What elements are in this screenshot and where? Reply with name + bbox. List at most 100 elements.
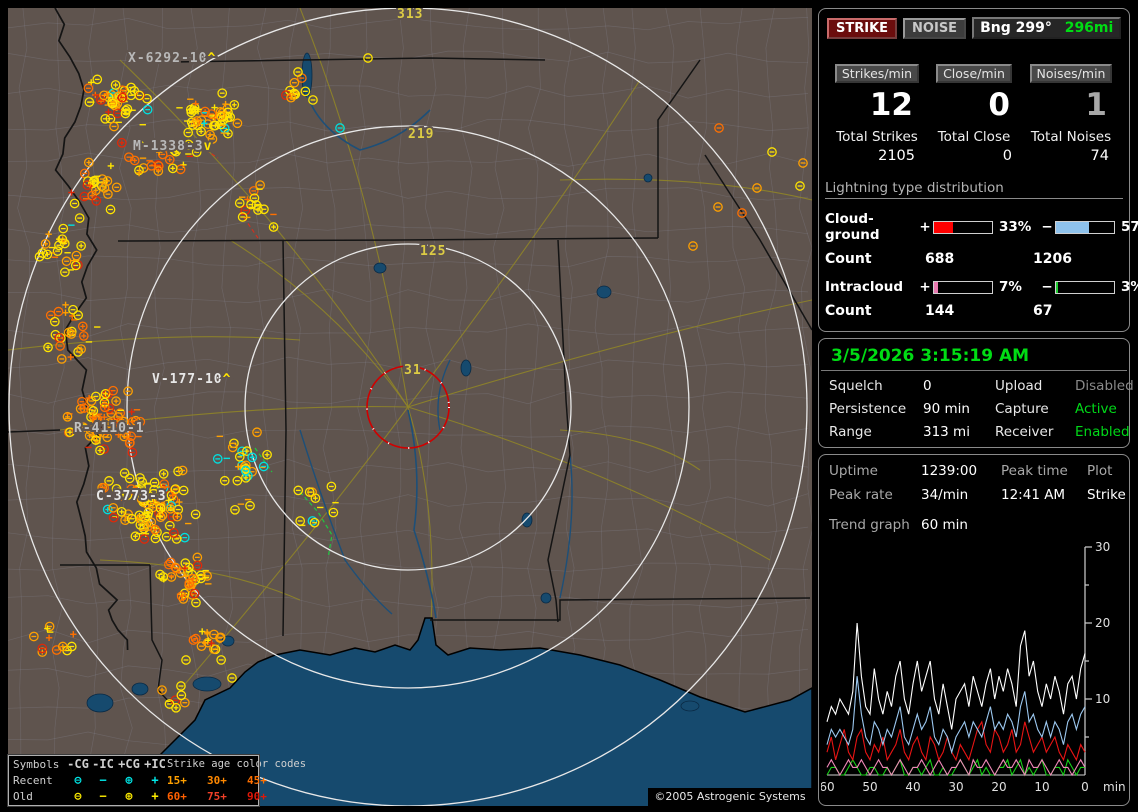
app-window: { "header": { "strike_btn": "STRIKE", "n… (0, 0, 1138, 812)
svg-text:10: 10 (1034, 780, 1049, 794)
cg-neg-old-icon: ⊖ (74, 789, 82, 803)
minus-sign: − (1041, 219, 1053, 235)
svg-text:V-177-10^: V-177-10^ (152, 372, 231, 387)
peak-time-value: 12:41 AM (1001, 487, 1066, 503)
svg-text:20: 20 (1095, 616, 1110, 630)
range-value: 313 mi (923, 424, 970, 440)
svg-text:31: 31 (404, 363, 422, 378)
svg-text:219: 219 (408, 127, 434, 142)
symbol-legend: Symbols -CG -IC +CG +IC Strike age color… (7, 754, 306, 807)
status-row: Squelch 0 Upload Disabled (819, 378, 1134, 394)
trend-graph-window: 60 min (921, 517, 968, 533)
capture-value: Active (1075, 401, 1117, 417)
legend-col-ic-neg: -IC (92, 757, 114, 771)
plot-mode-value: Strike (1087, 487, 1126, 503)
noise-toggle-button[interactable]: NOISE (903, 17, 967, 39)
intracloud-count-row: Count 144 67 (825, 303, 1123, 319)
cg-pos-old-icon: ⊕ (125, 789, 133, 803)
map-canvas: 313 219 125 31 X-6292-10^ M-1338-3v V-177-10^ R… (8, 8, 812, 806)
plus-sign: + (919, 279, 931, 295)
persistence-value: 90 min (923, 401, 970, 417)
cg-positive-count: 688 (925, 251, 955, 267)
noises-per-min-value: 1 (1085, 87, 1107, 123)
ic-pos-old-icon: + (151, 789, 159, 803)
cg-negative-count: 1206 (1033, 251, 1072, 267)
upload-label: Upload (995, 378, 1043, 394)
receiver-value: Enabled (1075, 424, 1130, 440)
bearing-distance: 296mi (1064, 20, 1114, 36)
ic-negative-pct: 3% (1121, 279, 1138, 295)
svg-text:40: 40 (905, 780, 920, 794)
uptime-label: Uptime (829, 463, 878, 479)
svg-text:min: min (1103, 780, 1126, 794)
svg-text:X-6292-10^: X-6292-10^ (128, 51, 216, 66)
capture-label: Capture (995, 401, 1049, 417)
uptime-value: 1239:00 (921, 463, 978, 479)
legend-recent-label: Recent (13, 773, 53, 787)
minus-sign: − (1041, 279, 1053, 295)
cloud-ground-label: Cloud-ground (825, 211, 880, 243)
count-label: Count (825, 303, 872, 319)
peak-rate-label: Peak rate (829, 487, 893, 503)
cg-pos-recent-icon: ⊕ (125, 773, 133, 787)
cg-negative-pct: 57% (1121, 219, 1138, 235)
count-label: Count (825, 251, 872, 267)
total-noises-value: 74 (1090, 148, 1109, 164)
intracloud-row: Intracloud + 7% − 3% (825, 279, 1138, 295)
strikes-per-min-header: Strikes/min (834, 64, 920, 83)
svg-text:0: 0 (1081, 780, 1089, 794)
cloud-ground-count-row: Count 688 1206 (825, 251, 1123, 267)
bearing-value: Bng 299° (980, 20, 1052, 36)
statistics-box: STRIKE NOISE Bng 299° 296mi Strikes/min … (818, 8, 1138, 332)
peak-rate-value: 34/min (921, 487, 969, 503)
ic-neg-old-icon: − (99, 789, 107, 803)
total-close-value: 0 (1002, 148, 1012, 164)
noises-per-min-column: Noises/min 1 Total Noises 74 (1023, 63, 1119, 164)
svg-text:313: 313 (397, 8, 423, 22)
plus-sign: + (919, 219, 931, 235)
cg-positive-bar (933, 220, 993, 234)
date-time: 3/5/2026 3:15:19 AM (821, 339, 1127, 371)
receiver-status-box: 3/5/2026 3:15:19 AM Squelch 0 Upload Dis… (818, 338, 1134, 448)
peak-time-label: Peak time (1001, 463, 1068, 479)
status-row: Range 313 mi Receiver Enabled (819, 424, 1130, 440)
copyright-text: ©2005 Astrogenic Systems (648, 788, 812, 806)
legend-col-ic-pos: +IC (144, 757, 166, 771)
svg-text:30: 30 (948, 780, 963, 794)
trend-graph-row: Trend graph 60 min (819, 517, 1129, 533)
svg-text:30: 30 (1095, 541, 1110, 554)
upload-value: Disabled (1075, 378, 1134, 394)
lightning-type-distribution: Lightning type distribution Cloud-ground… (825, 180, 1138, 319)
range-label: Range (829, 424, 872, 440)
svg-text:R-4110-1: R-4110-1 (74, 421, 145, 436)
ic-positive-pct: 7% (999, 279, 1022, 295)
trend-box: Uptime 1239:00 Peak time Plot Peak rate … (818, 454, 1130, 806)
legend-col-cg-pos: +CG (118, 757, 140, 771)
side-panel: STRIKE NOISE Bng 299° 296mi Strikes/min … (818, 8, 1138, 806)
cg-negative-bar (1055, 220, 1115, 234)
strike-toggle-button[interactable]: STRIKE (827, 17, 898, 39)
lightning-map[interactable]: 313 219 125 31 X-6292-10^ M-1338-3v V-177-10^ R… (7, 8, 812, 807)
strike-trend-chart: 10 20 30 60 50 40 30 20 10 0 min (821, 541, 1126, 794)
status-row: Persistence 90 min Capture Active (819, 401, 1129, 417)
persistence-label: Persistence (829, 401, 907, 417)
svg-text:60: 60 (821, 780, 835, 794)
age-75: 75+ (207, 789, 227, 803)
cg-neg-recent-icon: ⊖ (74, 773, 82, 787)
bearing-readout: Bng 299° 296mi (972, 17, 1122, 39)
legend-col-cg-neg: -CG (67, 757, 89, 771)
noises-per-min-header: Noises/min (1029, 64, 1113, 83)
close-per-min-column: Close/min 0 Total Close 0 (926, 63, 1022, 164)
receiver-label: Receiver (995, 424, 1054, 440)
ic-positive-bar (933, 280, 993, 294)
ic-negative-bar (1055, 280, 1115, 294)
ic-negative-count: 67 (1033, 303, 1053, 319)
close-per-min-value: 0 (988, 87, 1010, 123)
legend-age-title: Strike age color codes (167, 758, 307, 770)
strikes-per-min-column: Strikes/min 12 Total Strikes 2105 (829, 63, 925, 164)
age-45: 45+ (247, 773, 267, 787)
cg-positive-pct: 33% (999, 219, 1032, 235)
svg-text:50: 50 (862, 780, 877, 794)
plot-label: Plot (1087, 463, 1113, 479)
ic-positive-count: 144 (925, 303, 955, 319)
